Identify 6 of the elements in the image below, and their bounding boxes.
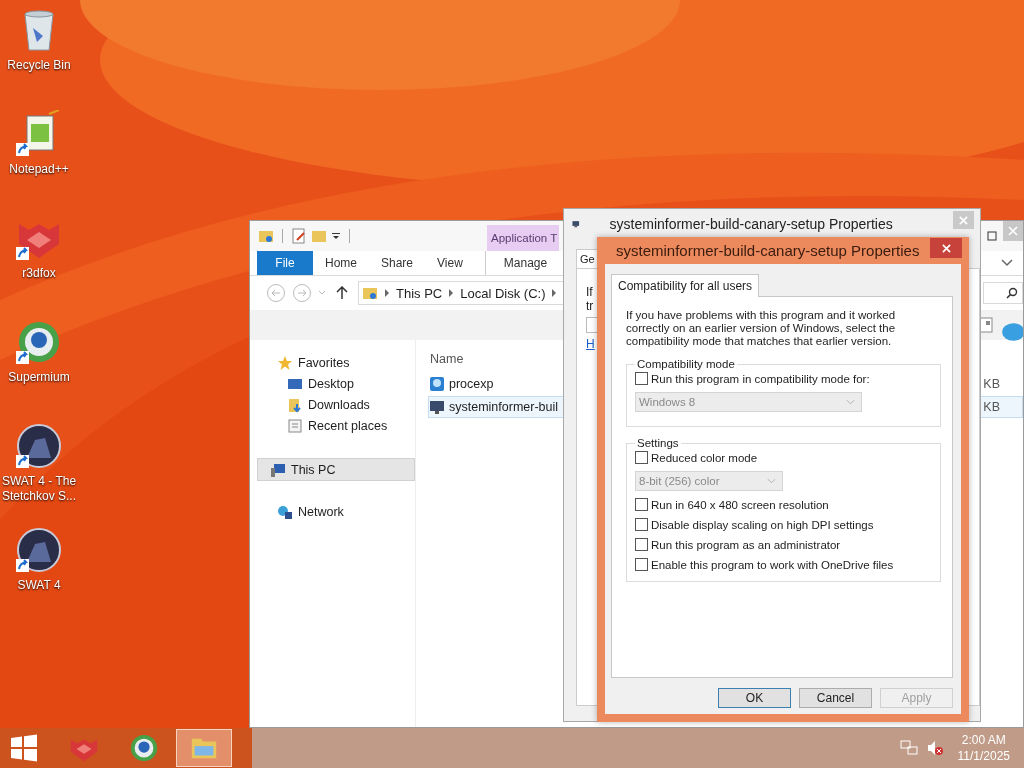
- window-title: systeminformer-build-canary-setup Properties: [609, 216, 893, 232]
- group-title: Compatibility mode: [636, 358, 736, 370]
- description-text: If tr: [586, 285, 594, 313]
- intro-text: If you have problems with this program and it worked correctly on an earlier version of Windows, select the compatibility mode that matches that earlier version.: [626, 309, 897, 348]
- group-title: Settings: [636, 437, 680, 449]
- dialog-title: systeminformer-build-canary-setup Properties: [616, 242, 920, 259]
